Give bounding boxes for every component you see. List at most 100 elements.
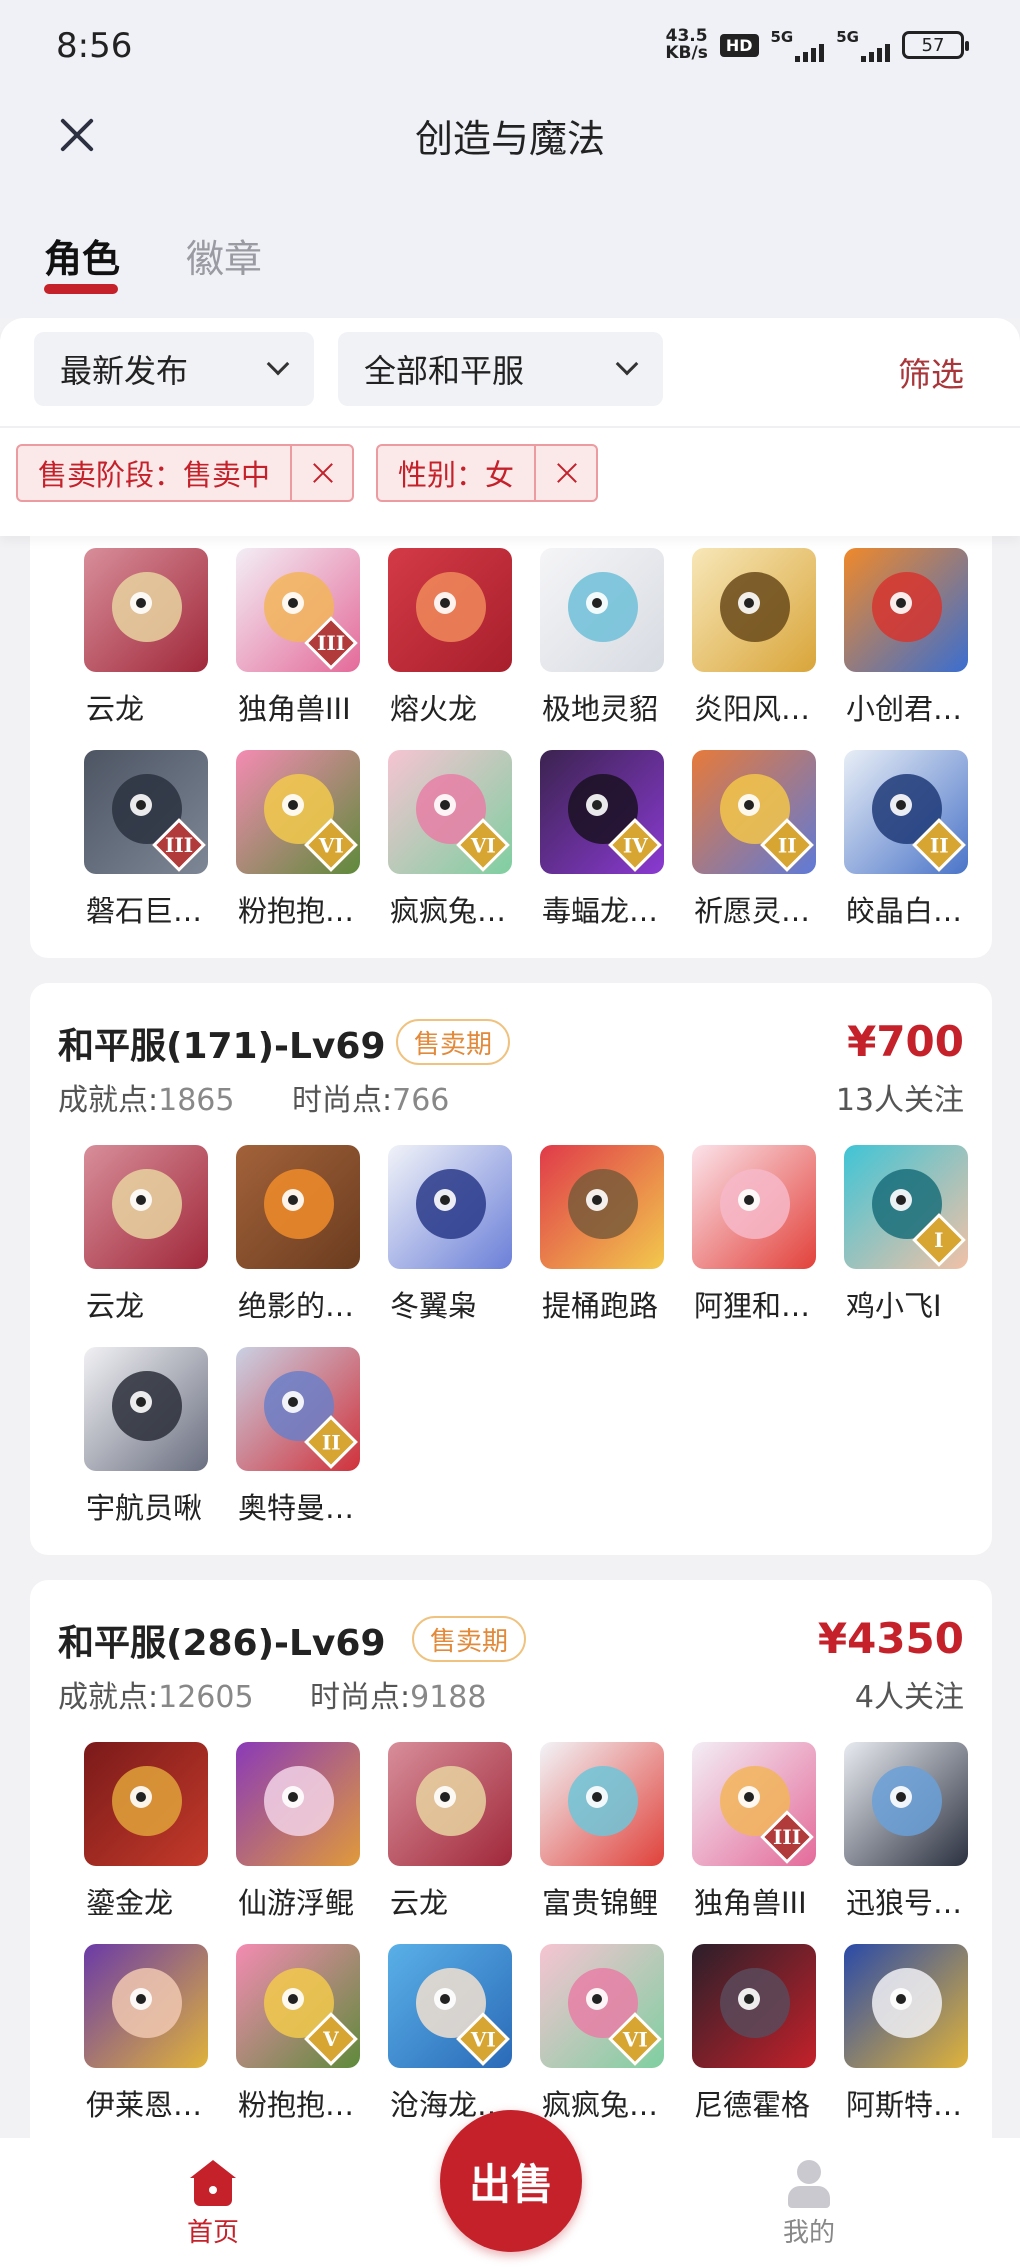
pet-name: 云龙 bbox=[86, 692, 145, 726]
chevron-down-icon bbox=[266, 352, 290, 376]
pet-item[interactable]: 云龙 bbox=[84, 1145, 236, 1329]
pet-thumbnail: III bbox=[84, 750, 208, 874]
pet-name: 粉抱抱… bbox=[238, 2088, 355, 2122]
status-time: 8:56 bbox=[56, 26, 133, 66]
pet-item[interactable]: III 独角兽III bbox=[692, 1742, 844, 1926]
listing-title: 和平服(171)-Lv69 bbox=[58, 1026, 386, 1067]
status-icons: 43.5 KB/s HD 5G 5G 57 bbox=[665, 28, 969, 62]
pet-thumbnail bbox=[692, 1145, 816, 1269]
remove-chip-icon[interactable] bbox=[290, 446, 352, 500]
listing-header: 和平服(286)-Lv69 售卖期 ¥4350 成就点:12605 时尚点:91… bbox=[58, 1614, 964, 1734]
pet-item[interactable]: 尼德霍格 bbox=[692, 1944, 844, 2128]
status-bar: 8:56 43.5 KB/s HD 5G 5G 57 bbox=[0, 0, 1020, 90]
pet-name: 提桶跑路 bbox=[542, 1289, 659, 1323]
remove-chip-icon[interactable] bbox=[534, 446, 596, 500]
pet-item[interactable]: 云龙 bbox=[388, 1742, 540, 1926]
pet-name: 独角兽III bbox=[238, 692, 351, 726]
pet-item[interactable]: 云龙 bbox=[84, 548, 236, 732]
pet-item[interactable]: 鎏金龙 bbox=[84, 1742, 236, 1926]
pet-item[interactable]: 冬翼枭 bbox=[388, 1145, 540, 1329]
pet-thumbnail bbox=[540, 1145, 664, 1269]
tab-badges[interactable]: 徽章 bbox=[186, 228, 262, 283]
pet-thumbnail bbox=[388, 1145, 512, 1269]
pet-item[interactable]: V 粉抱抱… bbox=[236, 1944, 388, 2128]
pet-thumbnail bbox=[84, 1944, 208, 2068]
pet-item[interactable]: 绝影的… bbox=[236, 1145, 388, 1329]
pet-item[interactable]: 阿斯特… bbox=[844, 1944, 996, 2128]
pet-item[interactable]: I 鸡小飞I bbox=[844, 1145, 996, 1329]
divider bbox=[0, 426, 1020, 428]
hd-icon: HD bbox=[719, 33, 759, 57]
pet-item[interactable]: 炎阳风… bbox=[692, 548, 844, 732]
pet-thumbnail: III bbox=[692, 1742, 816, 1866]
listing-header: 和平服(171)-Lv69 售卖期 ¥700 成就点:1865 时尚点:766 … bbox=[58, 1017, 964, 1137]
fashion-points: 时尚点:766 bbox=[292, 1083, 450, 1118]
pet-name: 独角兽III bbox=[694, 1886, 807, 1920]
pet-item[interactable]: II 皎晶白… bbox=[844, 750, 996, 934]
pet-thumbnail: IV bbox=[540, 750, 664, 874]
pet-thumbnail bbox=[388, 548, 512, 672]
page-title: 创造与魔法 bbox=[414, 117, 605, 161]
pet-name: 伊莱恩… bbox=[86, 2088, 203, 2122]
pet-grid: 鎏金龙 仙游浮鲲 云龙 富贵锦鲤 III 独角兽III 迅狼号… 伊莱恩… V 粉抱抱… VI 沧海龙… bbox=[84, 1742, 996, 2128]
pet-item[interactable]: VI 粉抱抱… bbox=[236, 750, 388, 934]
pet-thumbnail: II bbox=[692, 750, 816, 874]
pet-item[interactable]: VI 疯疯兔… bbox=[540, 1944, 692, 2128]
pet-thumbnail bbox=[236, 1145, 360, 1269]
achievement-points: 成就点:1865 bbox=[58, 1083, 235, 1118]
pet-name: 云龙 bbox=[86, 1289, 145, 1323]
chevron-down-icon bbox=[615, 352, 639, 376]
pet-item[interactable]: III 磐石巨… bbox=[84, 750, 236, 934]
pet-thumbnail bbox=[236, 1742, 360, 1866]
pet-item[interactable]: II 奥特曼… bbox=[236, 1347, 388, 1531]
tab-roles[interactable]: 角色 bbox=[44, 228, 120, 283]
pet-item[interactable]: 仙游浮鲲 bbox=[236, 1742, 388, 1926]
pet-name: 奥特曼… bbox=[238, 1491, 355, 1525]
pet-name: 迅狼号… bbox=[846, 1886, 963, 1920]
pet-name: 云龙 bbox=[390, 1886, 449, 1920]
stage-badge: 售卖期 bbox=[396, 1019, 511, 1065]
pet-item[interactable]: III 独角兽III bbox=[236, 548, 388, 732]
pet-thumbnail bbox=[540, 1742, 664, 1866]
pet-item[interactable]: 伊莱恩… bbox=[84, 1944, 236, 2128]
pet-item[interactable]: VI 疯疯兔… bbox=[388, 750, 540, 934]
pet-item[interactable]: 迅狼号… bbox=[844, 1742, 996, 1926]
followers-count: 4人关注 bbox=[854, 1680, 964, 1715]
pet-item[interactable]: 极地灵貂 bbox=[540, 548, 692, 732]
pet-thumbnail: II bbox=[844, 750, 968, 874]
listing-card[interactable]: 和平服(286)-Lv69 售卖期 ¥4350 成就点:12605 时尚点:91… bbox=[30, 1580, 992, 2180]
pet-item[interactable]: II 祈愿灵… bbox=[692, 750, 844, 934]
pet-thumbnail: III bbox=[236, 548, 360, 672]
pet-item[interactable]: IV 毒蝠龙… bbox=[540, 750, 692, 934]
pet-item[interactable]: 小创君… bbox=[844, 548, 996, 732]
pet-name: 粉抱抱… bbox=[238, 894, 355, 928]
listing-card[interactable]: 云龙 III 独角兽III 熔火龙 极地灵貂 炎阳风… 小创君… III 磐石巨… VI 粉抱抱… V… bbox=[30, 500, 992, 958]
pet-name: 极地灵貂 bbox=[542, 692, 659, 726]
fashion-points: 时尚点:9188 bbox=[310, 1680, 487, 1715]
pet-grid: 云龙 III 独角兽III 熔火龙 极地灵貂 炎阳风… 小创君… III 磐石巨… VI 粉抱抱… V… bbox=[84, 548, 996, 934]
pet-name: 熔火龙 bbox=[390, 692, 478, 726]
sell-button[interactable]: 出售 bbox=[440, 2110, 582, 2252]
pet-name: 毒蝠龙… bbox=[542, 894, 659, 928]
filter-panel: 最新发布 全部和平服 筛选 售卖阶段：售卖中 性别：女 bbox=[0, 318, 1020, 536]
pet-item[interactable]: 宇航员啾 bbox=[84, 1347, 236, 1531]
nav-mine[interactable]: 我的 bbox=[776, 2160, 842, 2249]
tab-active-indicator bbox=[44, 284, 118, 294]
listing-price: ¥700 bbox=[847, 1017, 964, 1066]
pet-item[interactable]: 熔火龙 bbox=[388, 548, 540, 732]
filter-chip-gender: 性别：女 bbox=[376, 444, 599, 502]
listing-card[interactable]: 和平服(171)-Lv69 售卖期 ¥700 成就点:1865 时尚点:766 … bbox=[30, 983, 992, 1555]
pet-item[interactable]: VI 沧海龙… bbox=[388, 1944, 540, 2128]
home-icon bbox=[190, 2160, 236, 2206]
server-dropdown[interactable]: 全部和平服 bbox=[338, 332, 663, 406]
filter-button[interactable]: 筛选 bbox=[898, 348, 964, 396]
filter-chip-stage: 售卖阶段：售卖中 bbox=[16, 444, 355, 502]
pet-name: 仙游浮鲲 bbox=[238, 1886, 355, 1920]
sort-dropdown[interactable]: 最新发布 bbox=[34, 332, 314, 406]
pet-item[interactable]: 阿狸和… bbox=[692, 1145, 844, 1329]
pet-name: 富贵锦鲤 bbox=[542, 1886, 659, 1920]
pet-thumbnail: II bbox=[236, 1347, 360, 1471]
pet-item[interactable]: 提桶跑路 bbox=[540, 1145, 692, 1329]
pet-item[interactable]: 富贵锦鲤 bbox=[540, 1742, 692, 1926]
nav-home[interactable]: 首页 bbox=[180, 2160, 246, 2249]
